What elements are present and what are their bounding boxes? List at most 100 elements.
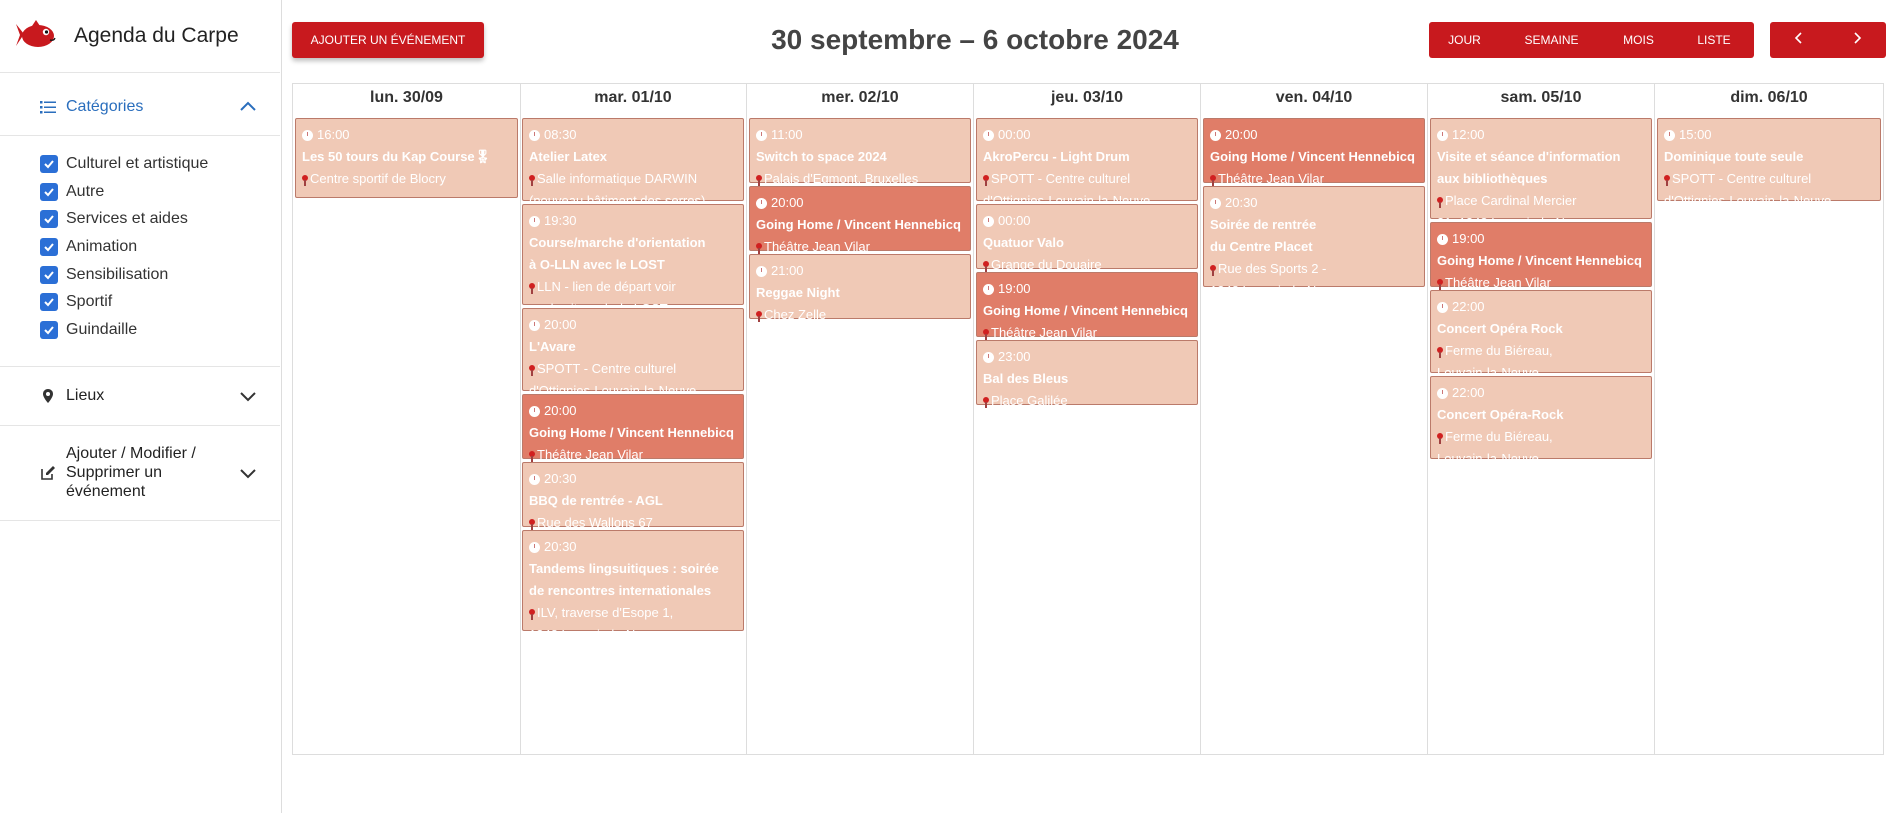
event-title: Atelier Latex xyxy=(529,149,608,164)
event-card[interactable]: 19:30 Course/marche d'orientation à O-LLN… xyxy=(522,204,744,316)
view-list-button[interactable]: LISTE xyxy=(1674,22,1754,58)
event-card[interactable]: 20:00 Going Home / Vincent Hennebicq Théât… xyxy=(749,186,971,254)
day-header: mer. 02/10 xyxy=(821,89,899,106)
event-title: Switch to space 2024 xyxy=(756,149,887,164)
checkbox-checked-icon[interactable] xyxy=(40,210,58,229)
event-card[interactable]: 20:30 BBQ de rentrée - AGL Rue des Wallons… xyxy=(522,462,744,530)
event-card[interactable]: 21:00 Reggae Night Chez Zelle xyxy=(749,254,971,322)
ajout-toggle[interactable]: Ajouter / Modifier / Supprimer un événem… xyxy=(0,426,280,520)
event-time-text: 19:00 xyxy=(998,281,1031,296)
event-location-text: Ferme du Biéreau, Louvain-la-Neuve xyxy=(1437,343,1553,380)
event-card[interactable]: 19:00 Going Home / Vincent Hennebicq Théât… xyxy=(976,272,1198,340)
event-title: Concert Opéra Rock xyxy=(1437,321,1563,336)
day-header: sam. 05/10 xyxy=(1500,89,1582,106)
event-card[interactable]: 20:30 Soirée de rentrée du Centre Placet R… xyxy=(1203,186,1425,298)
category-label: Animation xyxy=(66,237,138,255)
event-time-text: 00:00 xyxy=(998,127,1031,142)
event-location-text: Ferme du Biéreau, Louvain-la-Neuve xyxy=(1437,429,1553,466)
category-item[interactable]: Autre xyxy=(40,178,280,206)
event-card[interactable]: 20:00 L'Avare SPOTT - Centre culturel d'Ot… xyxy=(522,308,744,398)
event-time-text: 16:00 xyxy=(317,127,350,142)
next-week-button[interactable] xyxy=(1828,22,1886,58)
category-item[interactable]: Guindaille xyxy=(40,316,280,344)
event-location: SPOTT - Centre culturel d'Ottignies-Louv… xyxy=(1664,168,1874,212)
view-week-button[interactable]: SEMAINE xyxy=(1500,22,1603,58)
chevron-down-icon xyxy=(240,392,256,402)
event-card[interactable]: 22:00 Concert Opéra Rock Ferme du Biéreau,… xyxy=(1430,290,1652,380)
category-item[interactable]: Services et aides xyxy=(40,205,280,233)
event-title: Dominique toute seule xyxy=(1664,149,1804,164)
event-time: 12:00 xyxy=(1437,124,1645,146)
clock-icon xyxy=(756,265,767,277)
event-card[interactable]: 16:00 Les 50 tours du Kap Course🎖 Centre s… xyxy=(295,118,518,198)
event-card[interactable]: 15:00 Dominique toute seule SPOTT - Centre… xyxy=(1657,118,1881,208)
sidebar-divider xyxy=(281,0,282,813)
checkbox-checked-icon[interactable] xyxy=(40,293,58,312)
category-item[interactable]: Sportif xyxy=(40,288,280,316)
day-column: mar. 01/10 08:30 Atelier Latex Salle inform… xyxy=(520,84,747,754)
main-content: AJOUTER UN ÉVÉNEMENT 30 septembre – 6 oc… xyxy=(290,0,1890,813)
event-card[interactable]: 23:00 Bal des Bleus Place Galilée xyxy=(976,340,1198,408)
event-title: AkroPercu - Light Drum xyxy=(983,149,1130,164)
event-card[interactable]: 20:00 Going Home / Vincent Hennebicq Théât… xyxy=(1203,118,1425,186)
event-title: Visite et séance d'information aux bibli… xyxy=(1437,149,1621,186)
location-pin-icon xyxy=(302,175,308,186)
day-column: ven. 04/10 20:00 Going Home / Vincent Henn… xyxy=(1201,84,1428,754)
event-time: 22:00 xyxy=(1437,296,1645,318)
event-card[interactable]: 20:30 Tandems lingsuitiques : soirée de r… xyxy=(522,530,744,642)
checkbox-checked-icon[interactable] xyxy=(40,237,58,256)
sidebar: Agenda du Carpe Catégories Culturel et a… xyxy=(0,0,280,813)
checkbox-checked-icon[interactable] xyxy=(40,182,58,201)
checkbox-checked-icon[interactable] xyxy=(40,320,58,339)
location-pin-icon xyxy=(983,397,989,408)
clock-icon xyxy=(529,473,540,485)
clock-icon xyxy=(1437,129,1448,141)
day-column: jeu. 03/10 00:00 AkroPercu - Light Drum SPO… xyxy=(974,84,1201,754)
clock-icon xyxy=(1210,197,1221,209)
event-card[interactable]: 11:00 Switch to space 2024 Palais d'Egmont… xyxy=(749,118,971,186)
event-location-text: SPOTT - Centre culturel d'Ottignies-Louv… xyxy=(1664,171,1832,208)
event-card[interactable]: 20:00 Going Home / Vincent Hennebicq Théât… xyxy=(522,394,744,462)
category-item[interactable]: Sensibilisation xyxy=(40,261,280,289)
event-location-text: Rue des Wallons 67 xyxy=(537,515,653,530)
event-card[interactable]: 22:00 Concert Opéra-Rock Ferme du Biéreau,… xyxy=(1430,376,1652,466)
day-column: mer. 02/10 11:00 Switch to space 2024 Palai… xyxy=(747,84,974,754)
lieux-toggle[interactable]: Lieux xyxy=(0,367,280,425)
event-card[interactable]: 08:30 Atelier Latex Salle informatique DAR… xyxy=(522,118,744,208)
view-month-button[interactable]: MOIS xyxy=(1603,22,1674,58)
prev-week-button[interactable] xyxy=(1770,22,1828,58)
category-label: Culturel et artistique xyxy=(66,154,209,172)
categories-toggle[interactable]: Catégories xyxy=(0,79,280,136)
event-card[interactable]: 00:00 Quatuor Valo Grange du Douaire xyxy=(976,204,1198,272)
event-location: Rue des Sports 2 - 1348 Louvain-la-Neuve xyxy=(1210,258,1418,302)
event-location-text: Théâtre Jean Vilar xyxy=(991,325,1097,340)
category-item[interactable]: Culturel et artistique xyxy=(40,150,280,178)
clock-icon xyxy=(1437,233,1448,245)
event-card[interactable]: 19:00 Going Home / Vincent Hennebicq Théât… xyxy=(1430,222,1652,290)
map-marker-icon xyxy=(43,388,53,403)
ajout-title: Ajouter / Modifier / Supprimer un événem… xyxy=(66,445,196,501)
location-pin-icon xyxy=(983,329,989,340)
category-item[interactable]: Animation xyxy=(40,233,280,261)
carp-logo-icon xyxy=(16,20,56,47)
checkbox-checked-icon[interactable] xyxy=(40,154,58,173)
chevron-right-icon xyxy=(1854,32,1862,44)
day-header: ven. 04/10 xyxy=(1275,89,1353,106)
event-time-text: 20:00 xyxy=(544,403,577,418)
day-column: sam. 05/10 12:00 Visite et séance d'inform… xyxy=(1428,84,1655,754)
event-title: Going Home / Vincent Hennebicq xyxy=(529,425,734,440)
chevron-left-icon xyxy=(1794,32,1802,44)
view-day-button[interactable]: JOUR xyxy=(1429,22,1500,58)
clock-icon xyxy=(756,197,767,209)
event-location-text: Palais d'Egmont, Bruxelles xyxy=(764,171,919,186)
event-card[interactable]: 00:00 AkroPercu - Light Drum SPOTT - Centr… xyxy=(976,118,1198,208)
event-time: 20:00 xyxy=(529,400,737,422)
location-pin-icon xyxy=(756,243,762,254)
category-label: Services et aides xyxy=(66,210,188,228)
event-title: BBQ de rentrée - AGL xyxy=(529,493,663,508)
event-time: 20:30 xyxy=(1210,192,1418,214)
event-time: 08:30 xyxy=(529,124,737,146)
event-card[interactable]: 12:00 Visite et séance d'information aux … xyxy=(1430,118,1652,230)
lieux-title: Lieux xyxy=(66,386,105,404)
checkbox-checked-icon[interactable] xyxy=(40,265,58,284)
